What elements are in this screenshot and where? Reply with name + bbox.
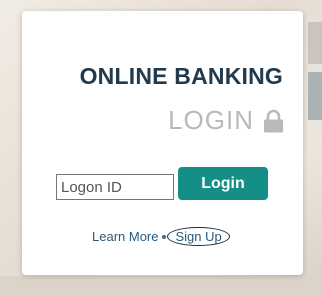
background-bottom (0, 276, 322, 296)
lock-icon (263, 109, 284, 133)
sign-up-link[interactable]: Sign Up (167, 227, 230, 246)
background-band-middle (308, 72, 322, 120)
learn-more-link[interactable]: Learn More (92, 229, 158, 244)
page-title: ONLINE BANKING (79, 63, 283, 89)
separator-dot (162, 234, 167, 239)
login-heading-text: LOGIN (168, 105, 254, 135)
login-button[interactable]: Login (178, 167, 268, 200)
logon-id-input[interactable] (56, 174, 174, 200)
background-band-top (308, 22, 322, 64)
login-heading: LOGIN (168, 105, 284, 136)
help-links: Learn More Sign Up (92, 227, 230, 246)
login-card: ONLINE BANKING LOGIN Login Learn More Si… (22, 11, 303, 275)
